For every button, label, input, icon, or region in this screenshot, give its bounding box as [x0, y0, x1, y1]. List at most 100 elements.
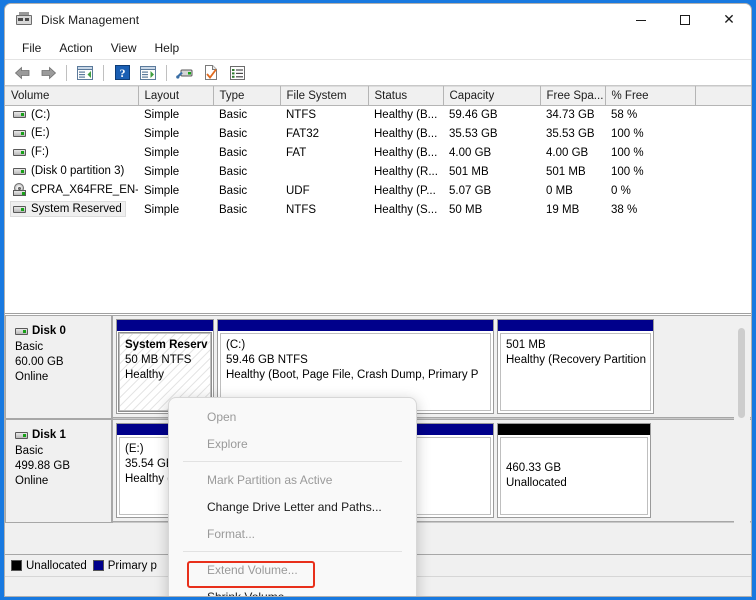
- partition-block[interactable]: 460.33 GB Unallocated: [497, 423, 651, 518]
- column-header-volume[interactable]: Volume: [5, 86, 139, 106]
- context-menu-item-label: Open: [207, 409, 237, 424]
- context-menu-item: Mark Partition as Active: [169, 466, 416, 493]
- graph-vertical-scrollbar[interactable]: [734, 316, 750, 553]
- context-menu-item: Extend Volume...: [169, 556, 416, 583]
- partition-color-bar: [117, 320, 213, 331]
- disk-size: 499.88 GB: [15, 460, 70, 472]
- cell-type: Basic: [219, 109, 248, 122]
- legend-swatch-primary: [92, 560, 104, 571]
- column-header-empty[interactable]: [695, 86, 751, 106]
- help-icon[interactable]: ?: [110, 62, 134, 84]
- menu-view[interactable]: View: [102, 38, 146, 58]
- column-header-type[interactable]: Type: [213, 86, 281, 106]
- context-menu-item-label: Format...: [207, 526, 256, 541]
- table-body: (C:) Simple Basic NTFS Healthy (B... 59.46 GB…: [5, 106, 751, 220]
- partition-title: System Reserv: [125, 339, 208, 351]
- menu-help[interactable]: Help: [146, 38, 189, 58]
- table-row[interactable]: (F:) Simple Basic FAT Healthy (B... 4.00 GB 4.…: [5, 144, 751, 163]
- disk-icon: [15, 430, 28, 441]
- context-menu-item: Format...: [169, 520, 416, 547]
- svg-text:?: ?: [119, 66, 125, 80]
- cell-percent-free: 38 %: [611, 204, 638, 216]
- disk-management-icon: [16, 12, 32, 28]
- cell-file-system: NTFS: [286, 109, 317, 122]
- scrollbar-thumb[interactable]: [738, 328, 745, 418]
- cell-volume: (Disk 0 partition 3): [5, 163, 138, 182]
- minimize-button[interactable]: [619, 4, 663, 36]
- partition-size: 460.33 GB: [506, 462, 561, 474]
- menu-bar: File Action View Help: [5, 36, 751, 60]
- partition-block[interactable]: 501 MB Healthy (Recovery Partition: [497, 319, 654, 414]
- column-header-free-space[interactable]: Free Spa...: [540, 86, 606, 106]
- disk-kind: Basic: [15, 341, 44, 353]
- rescan-disks-icon[interactable]: [173, 62, 197, 84]
- disk-size: 60.00 GB: [15, 356, 64, 368]
- cell-status: Healthy (B...: [374, 147, 438, 159]
- cell-layout: Simple: [144, 128, 180, 140]
- cell-capacity: 50 MB: [449, 204, 483, 216]
- volume-table: Volume Layout Type File System Status Ca…: [5, 86, 751, 220]
- cell-layout: Simple: [144, 166, 180, 178]
- partition-color-bar: [498, 424, 650, 435]
- cell-layout: Simple: [144, 109, 180, 122]
- menu-action[interactable]: Action: [50, 38, 101, 58]
- context-menu-item-label: Mark Partition as Active: [207, 472, 333, 487]
- column-header-layout[interactable]: Layout: [138, 86, 214, 106]
- cell-volume: (E:): [5, 125, 138, 144]
- cell-capacity: 5.07 GB: [449, 185, 492, 197]
- close-icon: ✕: [723, 12, 735, 28]
- legend-item-unallocated: Unallocated: [11, 560, 87, 572]
- cell-empty: [695, 144, 751, 163]
- table-row[interactable]: (C:) Simple Basic NTFS Healthy (B... 59.46 GB…: [5, 106, 751, 125]
- cell-type: Basic: [219, 128, 248, 140]
- desktop-background: Disk Management ✕ File Action View Help: [0, 0, 756, 600]
- disk-info-panel[interactable]: Disk 1 Basic 499.88 GB Online: [5, 419, 113, 523]
- disk-title: Disk 0: [15, 324, 111, 339]
- context-menu-item: Explore: [169, 430, 416, 457]
- properties-icon[interactable]: [199, 62, 223, 84]
- column-header-percent-free[interactable]: % Free: [605, 86, 696, 106]
- cell-percent-free: 100 %: [611, 147, 644, 159]
- table-row[interactable]: CPRA_X64FRE_EN-... Simple Basic UDF Healthy …: [5, 182, 751, 201]
- show-hide-console-tree-icon[interactable]: [73, 62, 97, 84]
- cell-free-space: 0 MB: [546, 185, 573, 197]
- column-header-capacity[interactable]: Capacity: [443, 86, 541, 106]
- cell-free-space: 19 MB: [546, 204, 580, 216]
- partition-size: 501 MB: [506, 339, 546, 351]
- close-button[interactable]: ✕: [707, 4, 751, 36]
- cell-free-space: 34.73 GB: [546, 109, 595, 122]
- cell-volume: (C:): [5, 106, 138, 125]
- window-title: Disk Management: [41, 13, 140, 27]
- drive-icon: [13, 147, 26, 158]
- list-view-icon[interactable]: [225, 62, 249, 84]
- forward-arrow-icon[interactable]: [36, 62, 60, 84]
- context-menu-item-label: Explore: [207, 436, 248, 451]
- disk-info-panel[interactable]: Disk 0 Basic 60.00 GB Online: [5, 315, 113, 419]
- cell-empty: [695, 163, 751, 182]
- context-menu-item[interactable]: Shrink Volume...: [169, 583, 416, 597]
- disk-state: Online: [15, 371, 49, 383]
- table-row[interactable]: System Reserved Simple Basic NTFS Healthy (S…: [5, 201, 751, 220]
- column-header-status[interactable]: Status: [368, 86, 444, 106]
- column-header-file-system[interactable]: File System: [280, 86, 369, 106]
- table-row[interactable]: (E:) Simple Basic FAT32 Healthy (B... 35.53 G…: [5, 125, 751, 144]
- cell-layout: Simple: [144, 204, 180, 216]
- disk-state: Online: [15, 475, 49, 487]
- menu-file[interactable]: File: [13, 38, 50, 58]
- toolbar-separator: [103, 64, 104, 81]
- volume-label: System Reserved: [31, 203, 122, 216]
- toolbar-separator: [166, 64, 167, 81]
- table-row[interactable]: (Disk 0 partition 3) Simple Basic Healthy (…: [5, 163, 751, 182]
- show-hide-action-pane-icon[interactable]: [136, 62, 160, 84]
- cell-free-space: 501 MB: [546, 166, 586, 178]
- context-menu-item[interactable]: Change Drive Letter and Paths...: [169, 493, 416, 520]
- volume-label: (C:): [31, 108, 51, 121]
- back-arrow-icon[interactable]: [10, 62, 34, 84]
- cell-volume: CPRA_X64FRE_EN-...: [5, 182, 138, 201]
- partition-size: 59.46 GB NTFS: [226, 354, 308, 366]
- drive-icon: [13, 204, 26, 215]
- maximize-button[interactable]: [663, 4, 707, 36]
- legend-swatch-unallocated: [11, 560, 22, 571]
- context-menu-item: Open: [169, 403, 416, 430]
- title-bar: Disk Management ✕: [5, 4, 751, 36]
